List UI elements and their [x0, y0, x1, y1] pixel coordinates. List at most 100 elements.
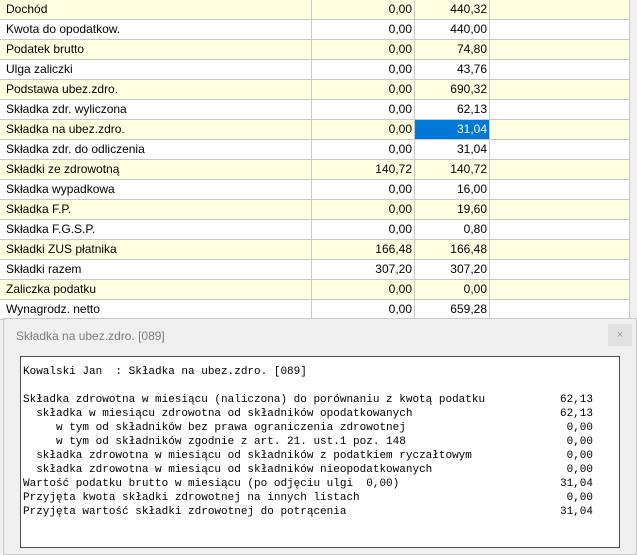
table-row[interactable]: Podstawa ubez.zdro. 0,00 690,32: [0, 80, 637, 100]
table-row[interactable]: Składka zdr. wyliczona 0,00 62,13: [0, 100, 637, 120]
value-cell-col1[interactable]: 0,00: [312, 120, 415, 140]
report-line: składka zdrowotna w miesiącu od składnik…: [23, 449, 619, 463]
value-cell-col2[interactable]: 0,80: [415, 220, 490, 240]
value-cell-col1[interactable]: 0,00: [312, 60, 415, 80]
empty-cell[interactable]: [490, 300, 637, 320]
value-cell-col2[interactable]: 31,04: [415, 120, 490, 140]
report-header: Kowalski Jan : Składka na ubez.zdro. [08…: [23, 366, 307, 378]
value-cell-col2[interactable]: 43,76: [415, 60, 490, 80]
value-cell-col2[interactable]: 166,48: [415, 240, 490, 260]
grid-right-edge: [629, 0, 637, 320]
row-label-cell[interactable]: Podstawa ubez.zdro.: [0, 80, 312, 100]
row-label-cell[interactable]: Składka F.G.S.P.: [0, 220, 312, 240]
row-label-cell[interactable]: Kwota do opodatkow.: [0, 20, 312, 40]
report-blank-line: [23, 379, 619, 393]
value-cell-col2[interactable]: 659,28: [415, 300, 490, 320]
value-cell-col1[interactable]: 0,00: [312, 0, 415, 20]
value-cell-col2[interactable]: 440,32: [415, 0, 490, 20]
report-line-text: składka zdrowotna w miesiącu od składnik…: [23, 464, 433, 476]
table-row[interactable]: Składka wypadkowa 0,00 16,00: [0, 180, 637, 200]
row-label-cell[interactable]: Zaliczka podatku: [0, 280, 312, 300]
row-label-cell[interactable]: Składki razem: [0, 260, 312, 280]
table-row[interactable]: Podatek brutto 0,00 74,80: [0, 40, 637, 60]
empty-cell[interactable]: [490, 220, 637, 240]
value-cell-col1[interactable]: 0,00: [312, 200, 415, 220]
value-cell-col2[interactable]: 16,00: [415, 180, 490, 200]
empty-cell[interactable]: [490, 100, 637, 120]
row-label-cell[interactable]: Dochód: [0, 0, 312, 20]
empty-cell[interactable]: [490, 280, 637, 300]
report-text-area[interactable]: Kowalski Jan : Składka na ubez.zdro. [08…: [20, 356, 620, 548]
value-cell-col1[interactable]: 0,00: [312, 220, 415, 240]
report-line: w tym od składników bez prawa ograniczen…: [23, 421, 619, 435]
value-cell-col1[interactable]: 0,00: [312, 280, 415, 300]
row-label-cell[interactable]: Podatek brutto: [0, 40, 312, 60]
value-cell-col1[interactable]: 0,00: [312, 300, 415, 320]
table-row[interactable]: Składki ZUS płatnika 166,48 166,48: [0, 240, 637, 260]
empty-cell[interactable]: [490, 260, 637, 280]
table-row[interactable]: Wynagrodz. netto 0,00 659,28: [0, 300, 637, 320]
row-label-cell[interactable]: Składka na ubez.zdro.: [0, 120, 312, 140]
table-row[interactable]: Składki ze zdrowotną 140,72 140,72: [0, 160, 637, 180]
empty-cell[interactable]: [490, 80, 637, 100]
value-cell-col1[interactable]: 0,00: [312, 180, 415, 200]
row-label-cell[interactable]: Składki ZUS płatnika: [0, 240, 312, 260]
value-cell-col1[interactable]: 166,48: [312, 240, 415, 260]
row-label-cell[interactable]: Składka zdr. wyliczona: [0, 100, 312, 120]
empty-cell[interactable]: [490, 180, 637, 200]
report-line-text: Przyjęta wartość składki zdrowotnej do p…: [23, 506, 347, 518]
empty-cell[interactable]: [490, 60, 637, 80]
empty-cell[interactable]: [490, 200, 637, 220]
report-line-text: w tym od składników bez prawa ograniczen…: [23, 422, 406, 434]
detail-dialog: Składka na ubez.zdro. [089] × Kowalski J…: [3, 318, 637, 555]
value-cell-col2[interactable]: 62,13: [415, 100, 490, 120]
value-cell-col2[interactable]: 307,20: [415, 260, 490, 280]
row-label-cell[interactable]: Ulga zaliczki: [0, 60, 312, 80]
close-icon[interactable]: ×: [608, 324, 632, 346]
table-row[interactable]: Dochód 0,00 440,32: [0, 0, 637, 20]
empty-cell[interactable]: [490, 120, 637, 140]
empty-cell[interactable]: [490, 240, 637, 260]
value-cell-col2[interactable]: 19,60: [415, 200, 490, 220]
table-row[interactable]: Składka F.P. 0,00 19,60: [0, 200, 637, 220]
value-cell-col1[interactable]: 140,72: [312, 160, 415, 180]
value-cell-col1[interactable]: 0,00: [312, 80, 415, 100]
empty-cell[interactable]: [490, 160, 637, 180]
report-line-value: 62,13: [559, 408, 593, 420]
row-label-cell[interactable]: Wynagrodz. netto: [0, 300, 312, 320]
value-cell-col1[interactable]: 0,00: [312, 40, 415, 60]
value-cell-col2[interactable]: 690,32: [415, 80, 490, 100]
table-row[interactable]: Składki razem 307,20 307,20: [0, 260, 637, 280]
value-cell-col1[interactable]: 307,20: [312, 260, 415, 280]
empty-cell[interactable]: [490, 20, 637, 40]
value-cell-col2[interactable]: 74,80: [415, 40, 490, 60]
table-row[interactable]: Ulga zaliczki 0,00 43,76: [0, 60, 637, 80]
report-line: składka zdrowotna w miesiącu od składnik…: [23, 463, 619, 477]
table-row[interactable]: Składka zdr. do odliczenia 0,00 31,04: [0, 140, 637, 160]
dialog-title: Składka na ubez.zdro. [089]: [16, 329, 165, 343]
table-row[interactable]: Zaliczka podatku 0,00 0,00: [0, 280, 637, 300]
value-cell-col1[interactable]: 0,00: [312, 20, 415, 40]
row-label-cell[interactable]: Składka wypadkowa: [0, 180, 312, 200]
report-line-value: 0,00: [566, 422, 593, 434]
value-cell-col2[interactable]: 140,72: [415, 160, 490, 180]
empty-cell[interactable]: [490, 140, 637, 160]
table-row[interactable]: Składka na ubez.zdro. 0,00 31,04: [0, 120, 637, 140]
report-line-value: 0,00: [566, 450, 593, 462]
empty-cell[interactable]: [490, 0, 637, 20]
report-line: Przyjęta kwota składki zdrowotnej na inn…: [23, 491, 619, 505]
row-label-cell[interactable]: Składka F.P.: [0, 200, 312, 220]
value-cell-col2[interactable]: 0,00: [415, 280, 490, 300]
value-cell-col1[interactable]: 0,00: [312, 140, 415, 160]
report-line-value: 62,13: [559, 394, 593, 406]
report-line-value: 0,00: [566, 436, 593, 448]
table-row[interactable]: Kwota do opodatkow. 0,00 440,00: [0, 20, 637, 40]
value-cell-col1[interactable]: 0,00: [312, 100, 415, 120]
table-row[interactable]: Składka F.G.S.P. 0,00 0,80: [0, 220, 637, 240]
value-cell-col2[interactable]: 440,00: [415, 20, 490, 40]
report-line-text: składka w miesiącu zdrowotna od składnik…: [23, 408, 413, 420]
value-cell-col2[interactable]: 31,04: [415, 140, 490, 160]
empty-cell[interactable]: [490, 40, 637, 60]
row-label-cell[interactable]: Składka zdr. do odliczenia: [0, 140, 312, 160]
row-label-cell[interactable]: Składki ze zdrowotną: [0, 160, 312, 180]
